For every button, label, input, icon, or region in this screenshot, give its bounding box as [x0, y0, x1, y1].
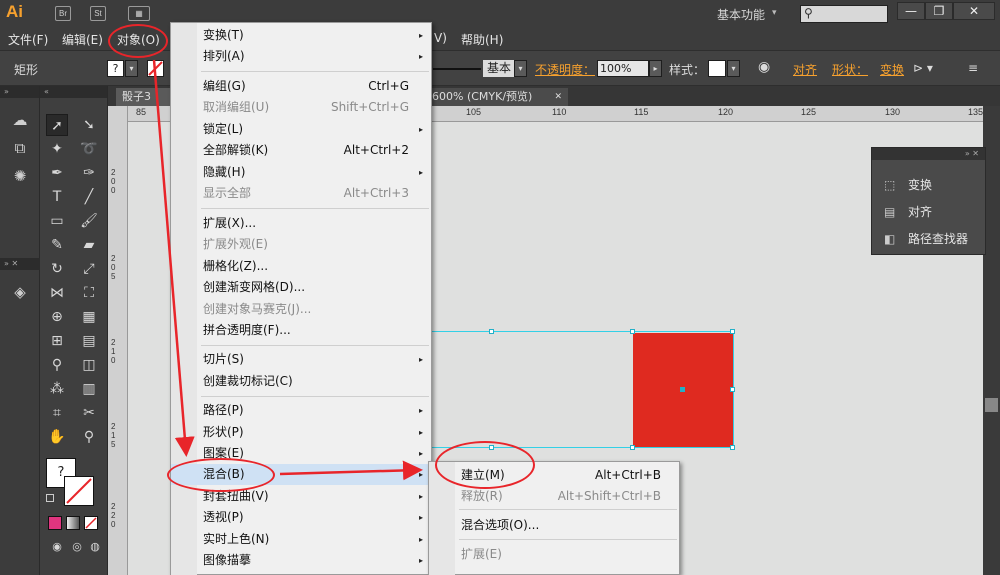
- annotation-arrows: [152, 59, 423, 481]
